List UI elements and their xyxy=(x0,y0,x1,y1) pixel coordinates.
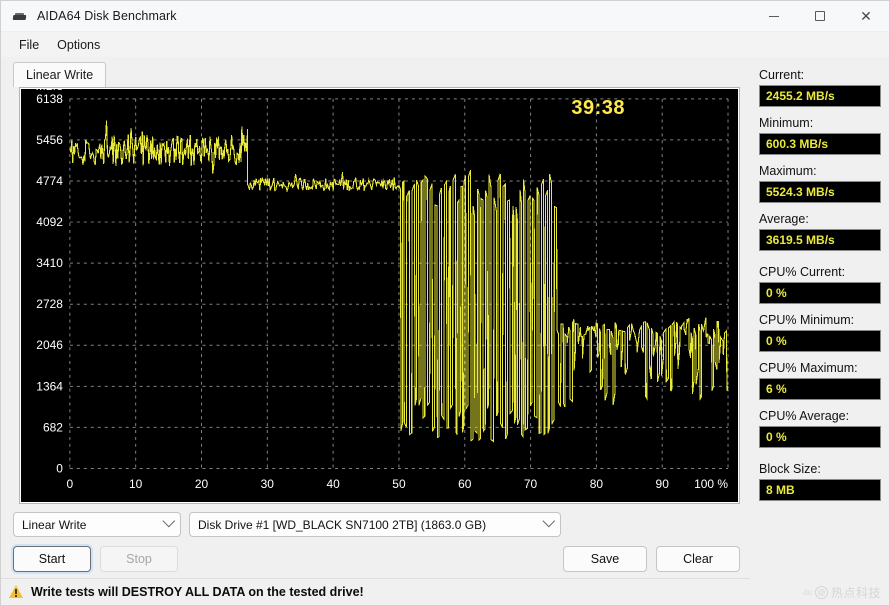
stat-current: Current: 2455.2 MB/s xyxy=(759,68,889,107)
stat-current-value: 2455.2 MB/s xyxy=(759,85,881,107)
svg-text:100 %: 100 % xyxy=(694,477,728,491)
svg-text:2046: 2046 xyxy=(36,338,63,352)
warning-text: Write tests will DESTROY ALL DATA on the… xyxy=(31,585,364,599)
stat-maximum-value: 5524.3 MB/s xyxy=(759,181,881,203)
stat-maximum: Maximum: 5524.3 MB/s xyxy=(759,164,889,203)
svg-text:4774: 4774 xyxy=(36,174,63,188)
stat-cpu-average-value: 0 % xyxy=(759,426,881,448)
elapsed-timer: 39:38 xyxy=(571,97,625,120)
svg-text:1364: 1364 xyxy=(36,379,63,393)
stat-cpu-maximum-label: CPU% Maximum: xyxy=(759,361,889,375)
main-panel: Linear Write 0 682 1364 2046 2728 3410 4092 477… xyxy=(1,57,750,605)
warning-bar: Write tests will DESTROY ALL DATA on the… xyxy=(1,578,750,605)
stat-minimum-value: 600.3 MB/s xyxy=(759,133,881,155)
tab-strip: Linear Write xyxy=(1,62,750,87)
stat-block-size-value: 8 MB xyxy=(759,479,881,501)
svg-text:MB/s: MB/s xyxy=(36,89,63,93)
window-title: AIDA64 Disk Benchmark xyxy=(37,9,177,23)
app-disk-icon xyxy=(12,8,28,24)
benchmark-chart: 0 682 1364 2046 2728 3410 4092 4774 5456 6138MB/s… xyxy=(21,89,738,502)
svg-text:70: 70 xyxy=(524,477,538,491)
stat-minimum: Minimum: 600.3 MB/s xyxy=(759,116,889,155)
maximize-button[interactable] xyxy=(797,1,843,32)
stat-cpu-current: CPU% Current: 0 % xyxy=(759,265,889,304)
stat-cpu-maximum-value: 6 % xyxy=(759,378,881,400)
svg-text:0: 0 xyxy=(67,477,74,491)
svg-text:682: 682 xyxy=(43,420,63,434)
selector-row: Linear Write Disk Drive #1 [WD_BLACK SN7… xyxy=(13,512,740,537)
stat-average-label: Average: xyxy=(759,212,889,226)
stat-minimum-label: Minimum: xyxy=(759,116,889,130)
svg-text:20: 20 xyxy=(195,477,209,491)
stat-cpu-average: CPU% Average: 0 % xyxy=(759,409,889,448)
svg-text:60: 60 xyxy=(458,477,472,491)
clear-button[interactable]: Clear xyxy=(656,546,740,572)
stat-average: Average: 3619.5 MB/s xyxy=(759,212,889,251)
stat-cpu-maximum: CPU% Maximum: 6 % xyxy=(759,361,889,400)
chart-canvas: 0 682 1364 2046 2728 3410 4092 4774 5456 6138MB/s… xyxy=(21,89,738,502)
start-button[interactable]: Start xyxy=(13,546,91,572)
warning-triangle-icon xyxy=(9,585,24,599)
stat-cpu-current-value: 0 % xyxy=(759,282,881,304)
tab-linear-write[interactable]: Linear Write xyxy=(13,62,106,87)
stop-button[interactable]: Stop xyxy=(100,546,178,572)
svg-text:2728: 2728 xyxy=(36,297,63,311)
svg-text:30: 30 xyxy=(261,477,275,491)
aida64-disk-benchmark-window: AIDA64 Disk Benchmark ✕ File Options Lin… xyxy=(0,0,890,606)
svg-text:10: 10 xyxy=(129,477,143,491)
svg-text:40: 40 xyxy=(326,477,340,491)
menu-bar: File Options xyxy=(1,32,889,57)
stat-cpu-current-label: CPU% Current: xyxy=(759,265,889,279)
stat-cpu-average-label: CPU% Average: xyxy=(759,409,889,423)
benchmark-mode-value: Linear Write xyxy=(22,518,86,532)
controls-area: Linear Write Disk Drive #1 [WD_BLACK SN7… xyxy=(1,504,750,572)
window-controls: ✕ xyxy=(751,1,889,32)
benchmark-chart-container: 0 682 1364 2046 2728 3410 4092 4774 5456 6138MB/s… xyxy=(19,87,740,504)
svg-text:5456: 5456 xyxy=(36,133,63,147)
disk-drive-value: Disk Drive #1 [WD_BLACK SN7100 2TB] (186… xyxy=(198,518,486,532)
stat-cpu-minimum: CPU% Minimum: 0 % xyxy=(759,313,889,352)
stat-block-size: Block Size: 8 MB xyxy=(759,462,889,501)
svg-text:3410: 3410 xyxy=(36,256,63,270)
chevron-down-icon xyxy=(542,515,555,528)
svg-text:80: 80 xyxy=(590,477,604,491)
svg-text:0: 0 xyxy=(56,461,63,475)
svg-text:4092: 4092 xyxy=(36,215,63,229)
menu-item-file[interactable]: File xyxy=(10,35,48,55)
disk-drive-select[interactable]: Disk Drive #1 [WD_BLACK SN7100 2TB] (186… xyxy=(189,512,561,537)
maximize-icon xyxy=(815,11,825,21)
title-bar: AIDA64 Disk Benchmark ✕ xyxy=(1,1,889,32)
statistics-sidebar: Current: 2455.2 MB/s Minimum: 600.3 MB/s… xyxy=(750,57,889,605)
stat-cpu-minimum-value: 0 % xyxy=(759,330,881,352)
window-body: Linear Write 0 682 1364 2046 2728 3410 4092 477… xyxy=(1,57,889,605)
benchmark-mode-select[interactable]: Linear Write xyxy=(13,512,181,537)
close-icon: ✕ xyxy=(860,9,872,23)
menu-item-options[interactable]: Options xyxy=(48,35,109,55)
minimize-button[interactable] xyxy=(751,1,797,32)
stat-maximum-label: Maximum: xyxy=(759,164,889,178)
minimize-icon xyxy=(769,16,779,17)
action-button-row: Start Stop Save Clear xyxy=(13,546,740,572)
chevron-down-icon xyxy=(162,515,175,528)
svg-text:90: 90 xyxy=(656,477,670,491)
stat-average-value: 3619.5 MB/s xyxy=(759,229,881,251)
save-button[interactable]: Save xyxy=(563,546,647,572)
stat-cpu-minimum-label: CPU% Minimum: xyxy=(759,313,889,327)
stat-current-label: Current: xyxy=(759,68,889,82)
svg-text:6138: 6138 xyxy=(36,92,63,106)
svg-text:50: 50 xyxy=(392,477,406,491)
stat-block-size-label: Block Size: xyxy=(759,462,889,476)
close-button[interactable]: ✕ xyxy=(843,1,889,32)
